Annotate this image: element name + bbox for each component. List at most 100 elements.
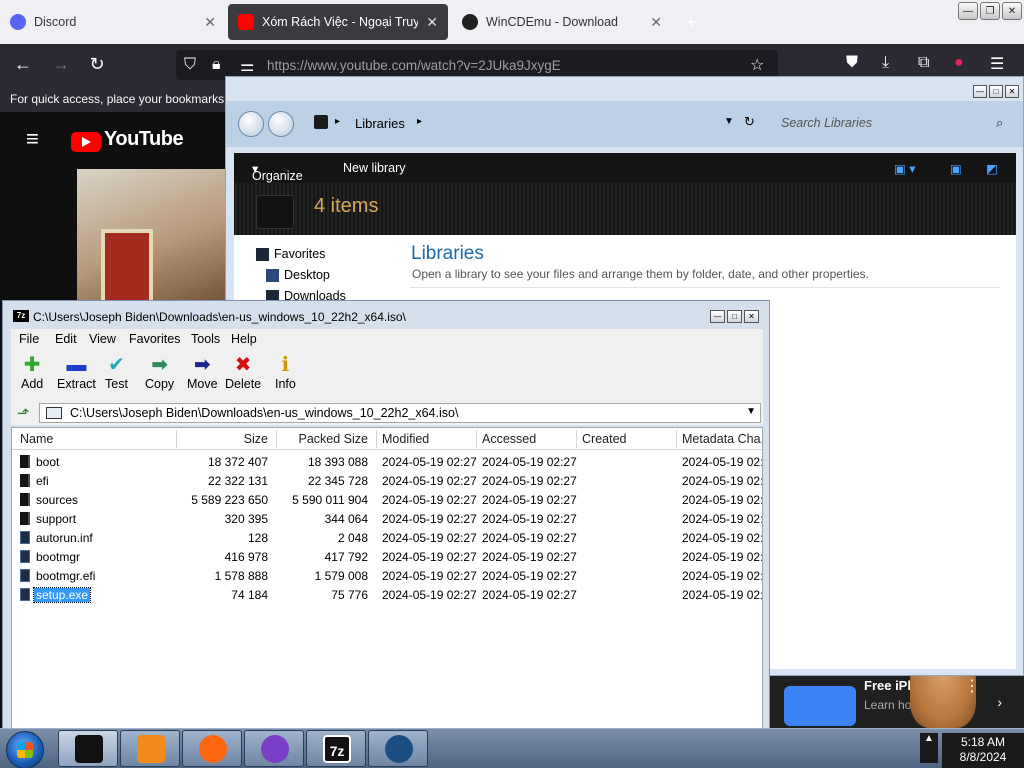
tab-label: Discord — [34, 15, 77, 29]
taskbar-media-player[interactable] — [120, 730, 180, 767]
close-button[interactable]: ✕ — [744, 310, 759, 323]
tab-youtube[interactable]: Xóm Rách Việc - Ngoại Truyện ✕ — [228, 4, 448, 40]
column-header-size[interactable]: Size — [176, 432, 268, 446]
table-row[interactable]: bootmgr.efi 1 578 888 1 579 008 2024-05-19 … — [12, 566, 762, 585]
column-separator[interactable] — [276, 430, 277, 448]
download-icon[interactable]: ⤓ — [882, 54, 889, 72]
restore-button[interactable]: ❐ — [980, 2, 1000, 20]
column-separator[interactable] — [676, 430, 677, 448]
menu-edit[interactable]: Edit — [55, 332, 77, 346]
column-header-metadata-cha[interactable]: Metadata Cha... — [682, 432, 762, 446]
view-icon[interactable]: ▣ ▾ — [894, 161, 916, 176]
back-icon[interactable]: ← — [12, 54, 34, 75]
new-tab-icon[interactable]: + — [686, 12, 697, 33]
reload-icon[interactable]: ↻ — [86, 54, 108, 75]
copy-button[interactable]: ➡ Copy — [145, 353, 174, 391]
column-header-name[interactable]: Name — [20, 432, 53, 446]
youtube-logo-text[interactable]: YouTube — [104, 128, 184, 151]
youtube-logo-icon[interactable] — [71, 132, 101, 152]
organize-button[interactable]: Organize ▾ — [252, 161, 303, 183]
search-icon[interactable]: ⌕ — [996, 115, 1003, 131]
taskbar-7zip[interactable]: 7z — [306, 730, 366, 767]
taskbar-firefox[interactable] — [182, 730, 242, 767]
search-input[interactable]: Search Libraries — [781, 116, 1006, 130]
menu-view[interactable]: View — [89, 332, 116, 346]
tab-wincdemu[interactable]: WinCDEmu - Download ✕ — [452, 4, 672, 40]
delete-button[interactable]: ✖ Delete — [225, 353, 261, 391]
chevron-down-icon[interactable]: ▼ — [724, 116, 734, 127]
new-library-button[interactable]: New library — [343, 161, 406, 175]
shield-icon[interactable]: ⛉ — [184, 56, 196, 74]
column-separator[interactable] — [476, 430, 477, 448]
chevron-right-icon[interactable]: ▸ — [335, 116, 340, 127]
maximize-button[interactable]: □ — [989, 85, 1003, 98]
permissions-icon[interactable]: ⚌ — [240, 56, 254, 76]
add-button[interactable]: ✚ Add — [21, 353, 43, 391]
menu-tools[interactable]: Tools — [191, 332, 220, 346]
menu-help[interactable]: Help — [231, 332, 257, 346]
forward-icon[interactable]: → — [50, 54, 72, 75]
column-header-packed-size[interactable]: Packed Size — [276, 432, 368, 446]
start-button[interactable] — [6, 731, 44, 768]
preview-pane-icon[interactable]: ▣ — [950, 161, 962, 176]
minimize-button[interactable]: — — [973, 85, 987, 98]
back-button[interactable] — [238, 111, 264, 137]
info-button[interactable]: ℹ Info — [275, 353, 296, 391]
table-row[interactable]: sources 5 589 223 650 5 590 011 904 2024-05… — [12, 490, 762, 509]
help-icon[interactable]: ◩ — [986, 161, 998, 176]
chevron-right-icon[interactable]: › — [997, 694, 1002, 710]
clock[interactable]: 5:18 AM 8/8/2024 — [942, 733, 1024, 768]
menu-file[interactable]: File — [19, 332, 39, 346]
tray-expand-icon[interactable]: ▲ — [920, 733, 938, 763]
table-row[interactable]: boot 18 372 407 18 393 088 2024-05-19 02:27… — [12, 452, 762, 471]
close-icon[interactable]: ✕ — [426, 14, 438, 31]
column-separator[interactable] — [576, 430, 577, 448]
close-button[interactable]: ✕ — [1002, 2, 1022, 20]
chevron-right-icon[interactable]: ▸ — [417, 116, 422, 127]
table-row[interactable]: support 320 395 344 064 2024-05-19 02:27 202… — [12, 509, 762, 528]
path-input[interactable]: C:\Users\Joseph Biden\Downloads\en-us_wi… — [39, 403, 761, 423]
chevron-down-icon[interactable]: ▼ — [746, 406, 756, 417]
refresh-icon[interactable]: ↻ — [744, 114, 755, 130]
menu-favorites[interactable]: Favorites — [129, 332, 180, 346]
up-folder-icon[interactable]: ⬏ — [17, 404, 30, 422]
column-header-created[interactable]: Created — [582, 432, 626, 446]
table-row[interactable]: setup.exe 74 184 75 776 2024-05-19 02:27 202… — [12, 585, 762, 604]
column-separator[interactable] — [176, 430, 177, 448]
sevenzip-titlebar[interactable]: 7z C:\Users\Joseph Biden\Downloads\en-us… — [3, 301, 769, 327]
minimize-button[interactable]: — — [958, 2, 978, 20]
minimize-button[interactable]: — — [710, 310, 725, 323]
extensions-icon[interactable]: ⧉ — [918, 54, 929, 72]
ad-card[interactable]: Free iPh Learn ho ⋮ › — [770, 644, 1024, 728]
close-icon[interactable]: ✕ — [650, 14, 662, 31]
taskbar-steam[interactable] — [368, 730, 428, 767]
table-row[interactable]: efi 22 322 131 22 345 728 2024-05-19 02:27 2… — [12, 471, 762, 490]
maximize-button[interactable]: □ — [727, 310, 742, 323]
lock-icon[interactable]: 🔒︎ — [212, 56, 221, 74]
close-button[interactable]: ✕ — [1005, 85, 1019, 98]
tab-discord[interactable]: Discord ✕ — [0, 4, 226, 40]
extract-button[interactable]: ▬ Extract — [57, 353, 96, 391]
pocket-icon[interactable]: ⛊ — [846, 54, 858, 72]
table-row[interactable]: bootmgr 416 978 417 792 2024-05-19 02:27 202… — [12, 547, 762, 566]
move-button[interactable]: ➡ Move — [187, 353, 218, 391]
column-header-modified[interactable]: Modified — [382, 432, 429, 446]
column-separator[interactable] — [376, 430, 377, 448]
nav-item-desktop[interactable]: Desktop — [254, 268, 346, 289]
breadcrumb[interactable]: Libraries — [355, 116, 405, 131]
addon-icon[interactable]: ● — [954, 54, 964, 72]
nav-item-favorites[interactable]: Favorites — [254, 247, 346, 268]
table-row[interactable]: autorun.inf 128 2 048 2024-05-19 02:27 2024-… — [12, 528, 762, 547]
column-header-accessed[interactable]: Accessed — [482, 432, 536, 446]
forward-button[interactable] — [268, 111, 294, 137]
taskbar-wincdemu[interactable] — [244, 730, 304, 767]
star-icon[interactable]: ☆ — [750, 55, 764, 75]
close-icon[interactable]: ✕ — [204, 14, 216, 31]
hamburger-menu-icon[interactable]: ≡ — [26, 126, 39, 152]
taskbar-libraries[interactable] — [58, 730, 118, 767]
extract-icon: ▬ — [66, 354, 87, 376]
more-options-icon[interactable]: ⋮ — [964, 676, 980, 696]
test-button[interactable]: ✔ Test — [105, 353, 128, 391]
menu-icon[interactable]: ☰ — [990, 54, 1004, 74]
explorer-titlebar[interactable]: — □ ✕ — [226, 77, 1023, 101]
